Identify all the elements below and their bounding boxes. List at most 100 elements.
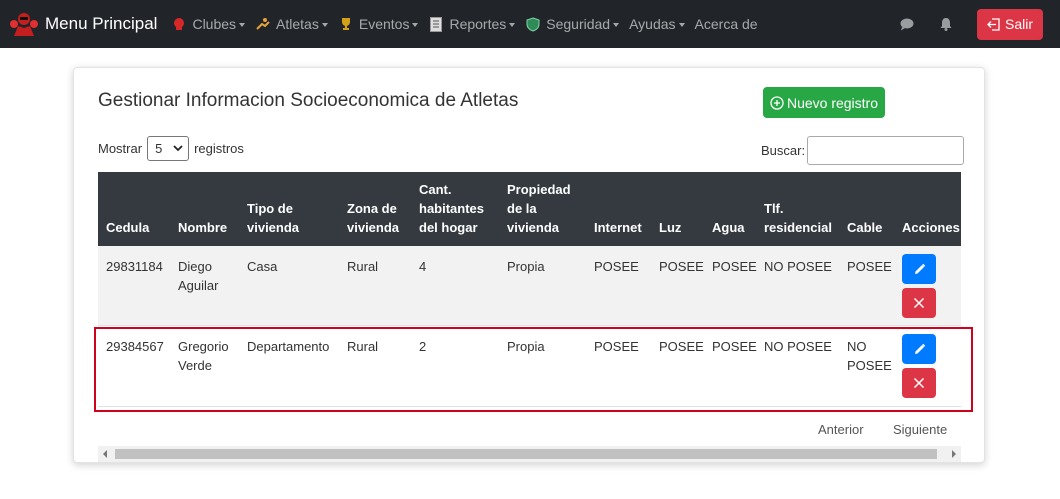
header-propiedad[interactable]: Propiedad de la vivienda [507,180,571,237]
cell-internet: POSEE [594,339,639,354]
close-icon [913,297,925,309]
new-record-label: Nuevo registro [786,94,879,111]
cell-agua: POSEE [712,339,757,354]
chevron-down-icon [239,22,246,27]
cell-internet: POSEE [594,259,639,274]
logout-button[interactable]: Salir [976,8,1043,40]
cell-tlf: NO POSEE [764,339,832,354]
pencil-icon [914,343,925,354]
bell-icon[interactable] [938,16,954,32]
pencil-icon [914,263,925,274]
nav-atletas-label: Atletas [276,16,319,32]
delete-button[interactable] [902,288,936,318]
nav-eventos[interactable]: Eventos [338,16,419,32]
page-length-value: 5 [155,141,163,156]
trophy-icon [338,16,354,32]
cell-zona: Rural [347,259,379,274]
pagination-next[interactable]: Siguiente [893,422,947,437]
pagination-previous[interactable]: Anterior [818,422,864,437]
brand[interactable]: Menu Principal [8,8,157,40]
main-card: Gestionar Informacion Socioeconomica de … [73,67,985,463]
plus-circle-icon [770,95,784,110]
scroll-right-icon[interactable] [952,450,956,458]
new-record-button[interactable]: Nuevo registro [763,87,885,118]
show-label: Mostrar [98,141,143,156]
cell-agua: POSEE [712,259,757,274]
nav-clubes-label: Clubes [192,16,237,32]
cell-tlf: NO POSEE [764,259,832,274]
chevron-down-icon [509,22,516,27]
page-length-select[interactable]: 5 [147,136,190,161]
chevron-down-icon [613,22,620,27]
header-nombre[interactable]: Nombre [178,218,227,237]
edit-button[interactable] [902,254,936,284]
cell-cedula: 29831184 [106,259,163,274]
header-acciones: Acciones [902,220,960,235]
nav-ayudas[interactable]: Ayudas [629,16,685,32]
athlete-icon [255,16,271,32]
search-label: Buscar: [761,143,806,158]
header-cant-habitantes[interactable]: Cant. habitantes del hogar [419,180,484,237]
cell-propiedad: Propia [507,339,545,354]
cell-luz: POSEE [659,259,704,274]
brand-title: Menu Principal [45,14,158,33]
header-agua[interactable]: Agua [712,218,745,237]
search-input[interactable] [807,136,965,165]
nav-reportes-label: Reportes [449,16,507,32]
nav-ayudas-label: Ayudas [629,16,676,32]
page-length-control: Mostrar 5 registros [98,136,244,161]
edit-button[interactable] [902,334,936,364]
chevron-down-icon [321,22,328,27]
cell-cant: 2 [419,339,427,354]
cell-nombre: Gregorio Verde [178,339,229,373]
table-header: Cedula Nombre Tipo de vivienda Zona de viv… [98,172,961,246]
page-title: Gestionar Informacion Socioeconomica de … [98,90,519,111]
records-label: registros [194,141,244,156]
cell-cedula: 29384567 [106,339,164,354]
close-icon [913,377,925,389]
chevron-down-icon [412,22,419,27]
cell-zona: Rural [347,339,379,354]
top-navbar: Menu Principal Clubes Atletas Eventos Re… [0,0,1060,48]
header-cedula[interactable]: Cedula [106,218,149,237]
cell-luz: POSEE [659,339,704,354]
cell-cant: 4 [419,259,427,274]
logout-icon [987,17,1001,31]
report-icon [428,16,444,32]
boxer-logo-icon [10,13,38,36]
delete-button[interactable] [902,368,936,398]
header-zona-vivienda[interactable]: Zona de vivienda [347,199,399,237]
horizontal-scrollbar[interactable] [98,446,961,462]
nav-seguridad-label: Seguridad [546,16,611,32]
nav-atletas[interactable]: Atletas [255,16,328,32]
nav-acerca-de[interactable]: Acerca de [695,16,758,32]
logout-label: Salir [1004,16,1033,32]
nav-clubes[interactable]: Clubes [171,16,246,32]
header-tipo-vivienda[interactable]: Tipo de vivienda [247,199,299,237]
boxing-glove-icon [171,16,187,32]
cell-cable: NO POSEE [847,339,892,373]
chevron-down-icon [173,145,183,152]
nav-acerca-label: Acerca de [694,16,758,32]
navbar-right: Salir [899,0,1060,48]
cell-tipo: Departamento [247,339,330,354]
cell-cable: POSEE [847,259,892,274]
nav-eventos-label: Eventos [358,16,410,32]
cell-tipo: Casa [247,259,278,274]
chevron-down-icon [678,22,685,27]
header-cable[interactable]: Cable [847,218,882,237]
athletes-table: Cedula Nombre Tipo de vivienda Zona de viv… [98,172,961,407]
nav-reportes[interactable]: Reportes [428,16,516,32]
cell-propiedad: Propia [507,259,545,274]
header-luz[interactable]: Luz [659,218,681,237]
scrollbar-thumb[interactable] [115,449,937,459]
table-row: 29384567 Gregorio Verde Departamento Rura… [98,326,961,407]
scroll-left-icon[interactable] [103,450,107,458]
table-row: 29831184 Diego Aguilar Casa Rural 4 Propi… [98,246,961,326]
header-tlf-residencial[interactable]: Tlf. residencial [764,199,832,237]
cell-nombre: Diego Aguilar [178,259,219,293]
search-control: Buscar: [761,136,965,165]
nav-seguridad[interactable]: Seguridad [525,16,620,32]
chat-icon[interactable] [899,16,915,32]
header-internet[interactable]: Internet [594,218,642,237]
